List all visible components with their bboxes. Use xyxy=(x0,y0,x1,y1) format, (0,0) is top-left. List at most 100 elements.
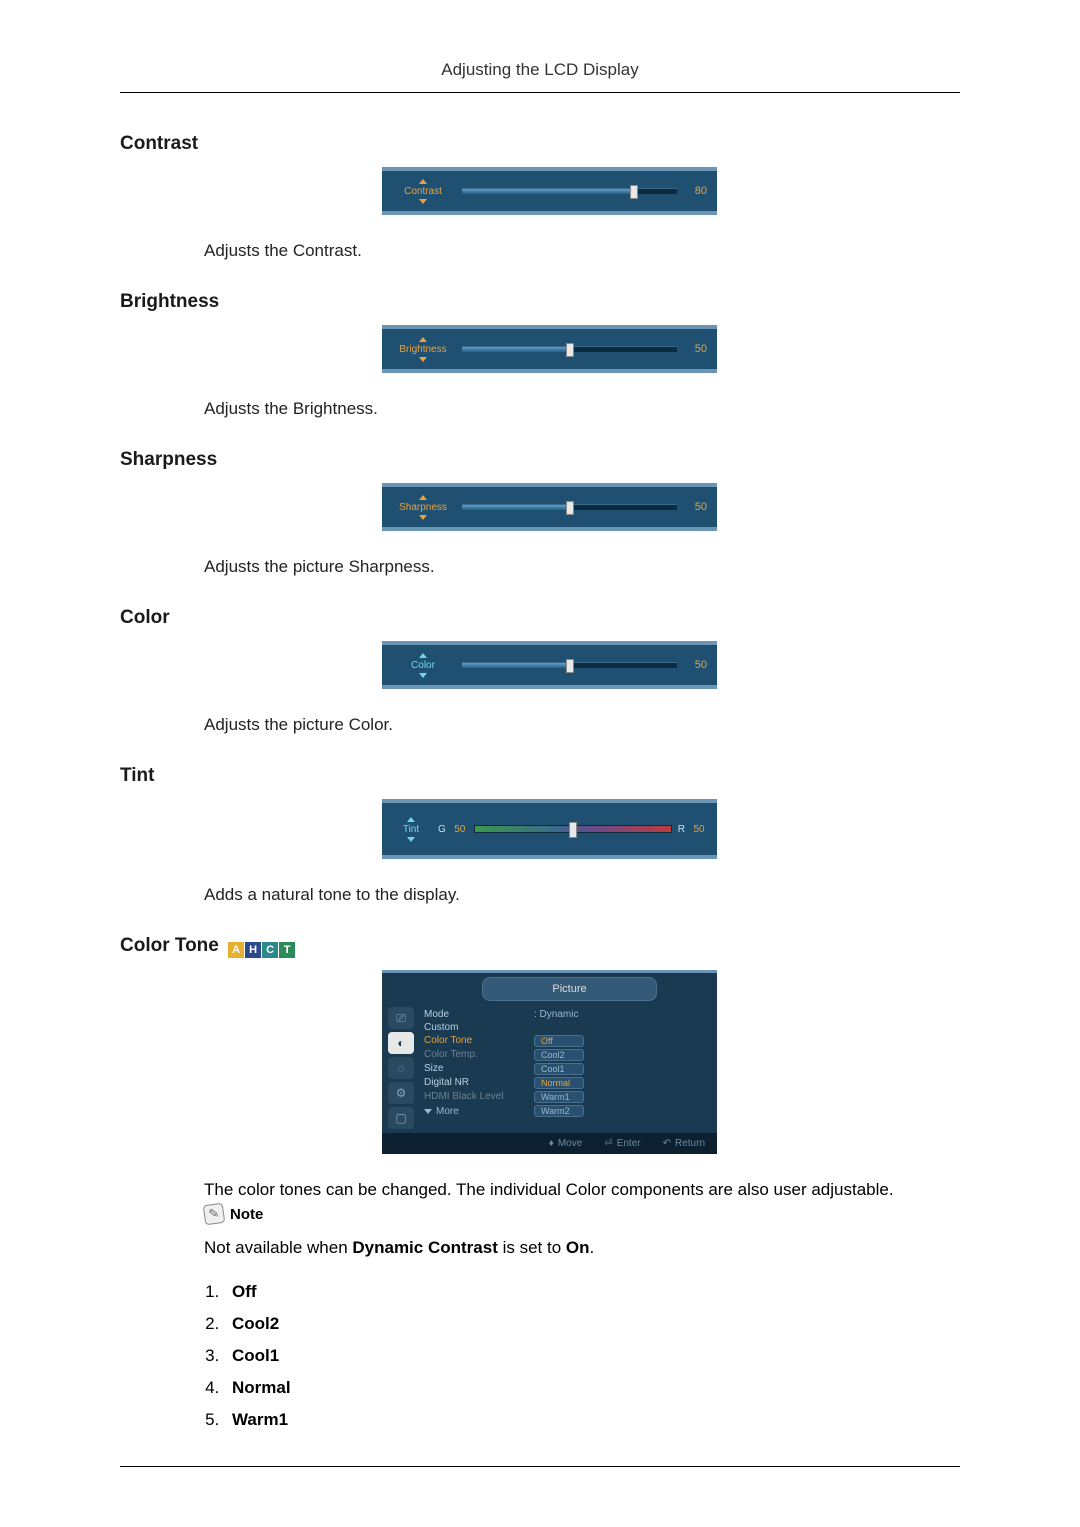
brightness-desc: Adjusts the Brightness. xyxy=(204,399,960,419)
osd-footer: ♦ Move ⏎ Enter ↶ Return xyxy=(382,1133,717,1154)
osd-row[interactable]: SizeCool1 xyxy=(424,1063,709,1075)
tint-slider-track[interactable] xyxy=(474,825,672,833)
tint-g-value: 50 xyxy=(452,824,468,835)
color-slider-track[interactable] xyxy=(462,662,677,668)
contrast-slider-label: Contrast xyxy=(404,186,442,197)
osd-row[interactable]: Mode: Dynamic xyxy=(424,1009,709,1020)
color-slider-thumb[interactable] xyxy=(566,659,574,673)
arrow-down-icon[interactable] xyxy=(407,837,415,842)
arrow-down-icon[interactable] xyxy=(419,357,427,362)
sharpness-slider-label-group: Sharpness xyxy=(392,495,454,520)
colortone-badges: A H C T xyxy=(228,942,295,958)
sharpness-slider-track[interactable] xyxy=(462,504,677,510)
sharpness-slider-label: Sharpness xyxy=(399,502,447,513)
arrow-up-icon[interactable] xyxy=(419,337,427,342)
colortone-option: Cool2 xyxy=(224,1308,960,1340)
section-title-brightness: Brightness xyxy=(120,291,960,313)
tint-slider-thumb[interactable] xyxy=(569,822,577,838)
arrow-down-icon[interactable] xyxy=(419,515,427,520)
osd-multi-icon[interactable]: ▢ xyxy=(388,1107,414,1129)
badge-h-icon: H xyxy=(245,942,261,958)
osd-row[interactable]: Custom xyxy=(424,1022,709,1033)
tint-slider-label-group: Tint xyxy=(392,817,430,842)
brightness-slider-label: Brightness xyxy=(399,344,446,355)
note-icon: ✎ xyxy=(203,1203,226,1226)
contrast-slider-thumb[interactable] xyxy=(630,185,638,199)
brightness-slider-label-group: Brightness xyxy=(392,337,454,362)
arrow-down-icon[interactable] xyxy=(419,199,427,204)
osd-row-value: Warm1 xyxy=(534,1091,584,1103)
osd-row[interactable]: Color ToneOff xyxy=(424,1035,709,1047)
sharpness-slider-thumb[interactable] xyxy=(566,501,574,515)
badge-t-icon: T xyxy=(279,942,295,958)
osd-row-value: Normal xyxy=(534,1077,584,1089)
sharpness-slider-value: 50 xyxy=(685,501,707,513)
contrast-slider-widget: Contrast 80 xyxy=(382,167,717,215)
colortone-option: Normal xyxy=(224,1372,960,1404)
osd-row-value: Off xyxy=(534,1035,584,1047)
osd-row-value: Warm2 xyxy=(534,1105,584,1117)
osd-menu: Picture ⎚ ◐ ◌ ⚙ ▢ Mode: Dynamic Custom Col… xyxy=(382,970,717,1154)
section-title-contrast: Contrast xyxy=(120,133,960,155)
arrow-up-icon[interactable] xyxy=(419,653,427,658)
osd-footer-return: ↶ Return xyxy=(663,1138,705,1149)
badge-a-icon: A xyxy=(228,942,244,958)
osd-menu-list: Mode: Dynamic Custom Color ToneOff Color Te… xyxy=(424,1007,709,1129)
colortone-option: Off xyxy=(224,1276,960,1308)
sharpness-desc: Adjusts the picture Sharpness. xyxy=(204,557,960,577)
dynamic-contrast-note: Not available when Dynamic Contrast is s… xyxy=(204,1238,960,1258)
osd-sound-icon[interactable]: ◌ xyxy=(388,1057,414,1079)
osd-row[interactable]: Color Temp.Cool2 xyxy=(424,1049,709,1061)
color-desc: Adjusts the picture Color. xyxy=(204,715,960,735)
brightness-slider-value: 50 xyxy=(685,343,707,355)
colortone-option: Warm1 xyxy=(224,1404,960,1436)
color-slider-label: Color xyxy=(411,660,435,671)
colortone-para: The color tones can be changed. The indi… xyxy=(204,1180,960,1200)
osd-title: Picture xyxy=(482,977,657,1001)
tint-slider-widget: Tint G 50 R 50 xyxy=(382,799,717,859)
osd-row[interactable]: MoreWarm2 xyxy=(424,1105,709,1117)
contrast-desc: Adjusts the Contrast. xyxy=(204,241,960,261)
osd-setup-icon[interactable]: ⚙ xyxy=(388,1082,414,1104)
osd-row-label: Custom xyxy=(424,1022,534,1033)
tint-desc: Adds a natural tone to the display. xyxy=(204,885,960,905)
osd-footer-enter: ⏎ Enter xyxy=(604,1138,640,1149)
tint-g-label: G xyxy=(438,824,446,835)
note-label: Note xyxy=(230,1206,263,1223)
arrow-down-icon[interactable] xyxy=(419,673,427,678)
osd-row-value: Cool2 xyxy=(534,1049,584,1061)
contrast-slider-value: 80 xyxy=(685,185,707,197)
section-title-color: Color xyxy=(120,607,960,629)
osd-row-label: HDMI Black Level xyxy=(424,1091,534,1103)
osd-row-label: Color Temp. xyxy=(424,1049,534,1061)
osd-input-icon[interactable]: ⎚ xyxy=(388,1007,414,1029)
osd-row-value: Cool1 xyxy=(534,1063,584,1075)
contrast-slider-track[interactable] xyxy=(462,188,677,194)
color-slider-value: 50 xyxy=(685,659,707,671)
osd-row-value: : Dynamic xyxy=(534,1009,578,1020)
colortone-option: Cool1 xyxy=(224,1340,960,1372)
arrow-up-icon[interactable] xyxy=(407,817,415,822)
color-slider-label-group: Color xyxy=(392,653,454,678)
contrast-slider-label-group: Contrast xyxy=(392,179,454,204)
brightness-slider-track[interactable] xyxy=(462,346,677,352)
colortone-title-text: Color Tone xyxy=(120,935,224,956)
arrow-up-icon[interactable] xyxy=(419,495,427,500)
badge-c-icon: C xyxy=(262,942,278,958)
tint-r-label: R xyxy=(678,824,685,835)
arrow-up-icon[interactable] xyxy=(419,179,427,184)
osd-picture-icon[interactable]: ◐ xyxy=(388,1032,414,1054)
osd-footer-move: ♦ Move xyxy=(549,1138,583,1149)
color-slider-widget: Color 50 xyxy=(382,641,717,689)
osd-icon-column: ⎚ ◐ ◌ ⚙ ▢ xyxy=(386,1007,416,1129)
osd-row-label: Size xyxy=(424,1063,534,1075)
brightness-slider-thumb[interactable] xyxy=(566,343,574,357)
tint-r-value: 50 xyxy=(691,824,707,835)
osd-row[interactable]: Digital NRNormal xyxy=(424,1077,709,1089)
page-header: Adjusting the LCD Display xyxy=(120,60,960,93)
osd-row[interactable]: HDMI Black LevelWarm1 xyxy=(424,1091,709,1103)
colortone-options-list: OffCool2Cool1NormalWarm1 xyxy=(204,1276,960,1436)
sharpness-slider-widget: Sharpness 50 xyxy=(382,483,717,531)
osd-row-label: Digital NR xyxy=(424,1077,534,1089)
section-title-tint: Tint xyxy=(120,765,960,787)
